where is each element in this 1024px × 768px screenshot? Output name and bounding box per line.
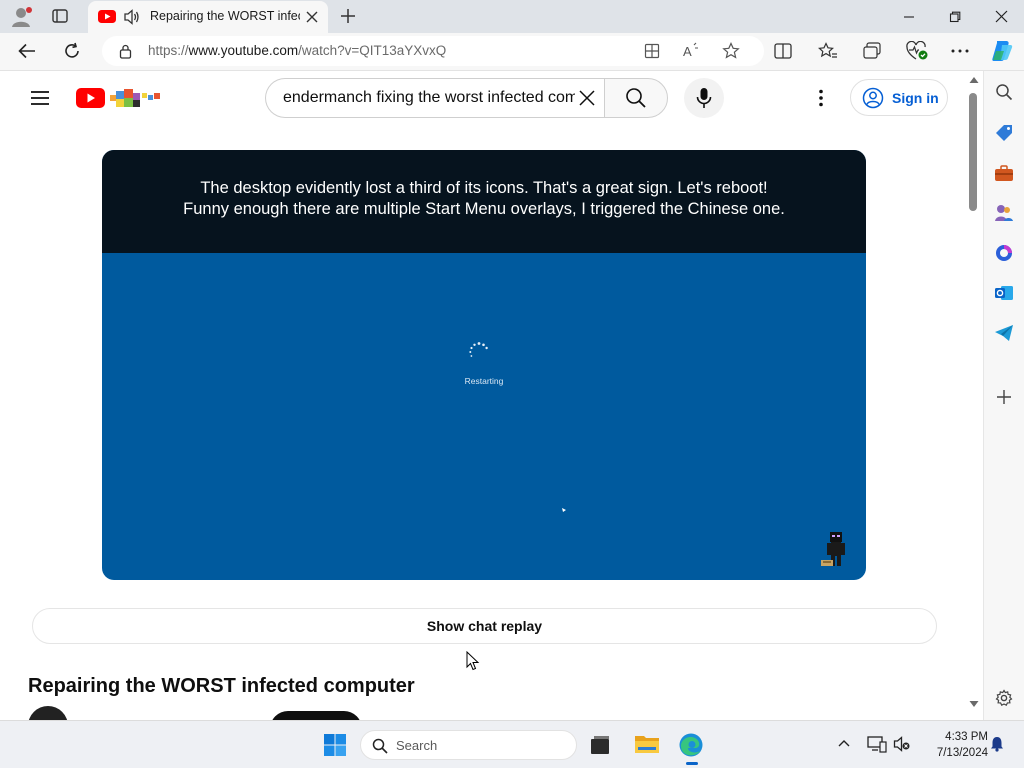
url-domain: www.youtube.com bbox=[188, 43, 299, 58]
search-icon bbox=[626, 88, 646, 108]
lock-icon[interactable] bbox=[119, 44, 132, 59]
more-options-icon[interactable] bbox=[951, 49, 969, 53]
outlook-icon[interactable] bbox=[993, 282, 1015, 304]
tools-briefcase-icon[interactable] bbox=[993, 162, 1015, 184]
close-window-icon[interactable] bbox=[978, 0, 1024, 33]
clock-time: 4:33 PM bbox=[945, 731, 988, 743]
sign-in-label: Sign in bbox=[892, 89, 939, 106]
subscribe-button[interactable] bbox=[270, 711, 362, 720]
youtube-page: endermanch fixing the worst infected com… bbox=[0, 71, 983, 720]
page-scrollbar[interactable] bbox=[965, 71, 983, 720]
scroll-down-arrow-icon[interactable] bbox=[969, 700, 979, 708]
browser-essentials-icon[interactable] bbox=[906, 41, 928, 61]
app-available-icon[interactable] bbox=[644, 43, 660, 59]
taskbar-search-icon bbox=[372, 738, 388, 754]
caption-line-1: The desktop evidently lost a third of it… bbox=[200, 179, 768, 197]
restore-icon[interactable] bbox=[932, 0, 978, 33]
tab-title: Repairing the WORST infecte bbox=[150, 9, 300, 23]
voice-search-button[interactable] bbox=[684, 78, 724, 118]
profile-icon[interactable] bbox=[10, 6, 34, 28]
svg-text:A: A bbox=[683, 44, 692, 59]
microphone-icon bbox=[696, 88, 712, 108]
collections-icon[interactable] bbox=[862, 42, 882, 60]
show-chat-replay-button[interactable]: Show chat replay bbox=[32, 608, 937, 644]
task-view-icon[interactable] bbox=[589, 734, 611, 756]
edge-sidebar bbox=[983, 71, 1024, 720]
youtube-logo[interactable] bbox=[76, 87, 166, 109]
settings-more-icon[interactable] bbox=[819, 89, 823, 107]
microsoft-365-icon[interactable] bbox=[993, 242, 1015, 264]
scroll-thumb[interactable] bbox=[969, 93, 977, 211]
channel-avatar[interactable] bbox=[28, 706, 68, 720]
edge-browser-icon[interactable] bbox=[678, 732, 704, 765]
search-input[interactable]: endermanch fixing the worst infected com bbox=[265, 78, 605, 118]
sign-in-button[interactable]: Sign in bbox=[850, 79, 948, 116]
youtube-favicon-icon bbox=[98, 10, 116, 23]
caption-line-2: Funny enough there are multiple Start Me… bbox=[183, 200, 785, 218]
tab-active[interactable]: Repairing the WORST infecte bbox=[88, 1, 328, 33]
close-tab-icon[interactable] bbox=[305, 10, 319, 24]
taskbar-search-box[interactable]: Search bbox=[360, 730, 577, 760]
url-prefix: https:// bbox=[148, 43, 189, 58]
url-text: https://www.youtube.com/watch?v=QIT13aYX… bbox=[148, 43, 446, 58]
video-caption: The desktop evidently lost a third of it… bbox=[102, 150, 866, 253]
menu-icon[interactable] bbox=[30, 90, 50, 106]
minimize-icon[interactable] bbox=[886, 0, 932, 33]
search-button[interactable] bbox=[604, 78, 668, 118]
sidebar-settings-gear-icon[interactable] bbox=[993, 687, 1015, 709]
sidebar-search-icon[interactable] bbox=[993, 81, 1015, 103]
tab-actions-icon[interactable] bbox=[52, 9, 68, 23]
search-query: endermanch fixing the worst infected com bbox=[283, 89, 575, 106]
show-hidden-icons-chevron-icon[interactable] bbox=[838, 739, 850, 747]
copilot-icon[interactable] bbox=[990, 39, 1014, 63]
windows-taskbar: Search 4:33 PM 7/13/2024 bbox=[0, 720, 1024, 768]
system-clock[interactable]: 4:33 PM 7/13/2024 bbox=[918, 729, 988, 761]
video-title: Repairing the WORST infected computer bbox=[28, 675, 415, 697]
network-display-icon[interactable] bbox=[867, 735, 887, 753]
browser-tab-bar: Repairing the WORST infecte bbox=[0, 0, 1024, 33]
mouse-pointer-dot bbox=[561, 507, 567, 513]
file-explorer-icon[interactable] bbox=[634, 733, 660, 755]
favorite-star-icon[interactable] bbox=[722, 42, 740, 60]
back-icon[interactable] bbox=[18, 43, 36, 59]
taskbar-search-label: Search bbox=[396, 738, 438, 753]
clear-search-icon[interactable] bbox=[578, 89, 596, 107]
url-path: /watch?v=QIT13aYXvxQ bbox=[298, 43, 447, 58]
scroll-up-arrow-icon[interactable] bbox=[969, 76, 979, 84]
channel-watermark-icon[interactable] bbox=[820, 530, 848, 568]
new-tab-icon[interactable] bbox=[340, 8, 356, 24]
clock-date: 7/13/2024 bbox=[936, 747, 988, 759]
favorites-icon[interactable] bbox=[818, 42, 838, 60]
add-sidebar-app-icon[interactable] bbox=[993, 386, 1015, 408]
restarting-text: Restarting bbox=[464, 376, 504, 386]
shopping-tag-icon[interactable] bbox=[993, 122, 1015, 144]
video-player[interactable]: The desktop evidently lost a third of it… bbox=[102, 150, 866, 580]
send-telegram-icon[interactable] bbox=[993, 322, 1015, 344]
address-bar[interactable]: https://www.youtube.com/watch?v=QIT13aYX… bbox=[102, 36, 764, 66]
games-icon[interactable] bbox=[993, 202, 1015, 224]
edge-active-indicator bbox=[686, 762, 698, 765]
loading-spinner-icon bbox=[468, 341, 490, 363]
refresh-icon[interactable] bbox=[63, 42, 81, 60]
speaker-icon[interactable] bbox=[123, 9, 141, 25]
browser-toolbar: https://www.youtube.com/watch?v=QIT13aYX… bbox=[0, 33, 1024, 71]
mouse-cursor-icon bbox=[466, 651, 480, 671]
read-aloud-icon[interactable]: A bbox=[682, 42, 700, 60]
volume-muted-icon[interactable] bbox=[893, 735, 911, 753]
windows-start-icon[interactable] bbox=[323, 733, 347, 757]
account-icon bbox=[862, 87, 884, 109]
notification-bell-icon[interactable] bbox=[990, 736, 1004, 752]
split-screen-icon[interactable] bbox=[774, 43, 792, 59]
